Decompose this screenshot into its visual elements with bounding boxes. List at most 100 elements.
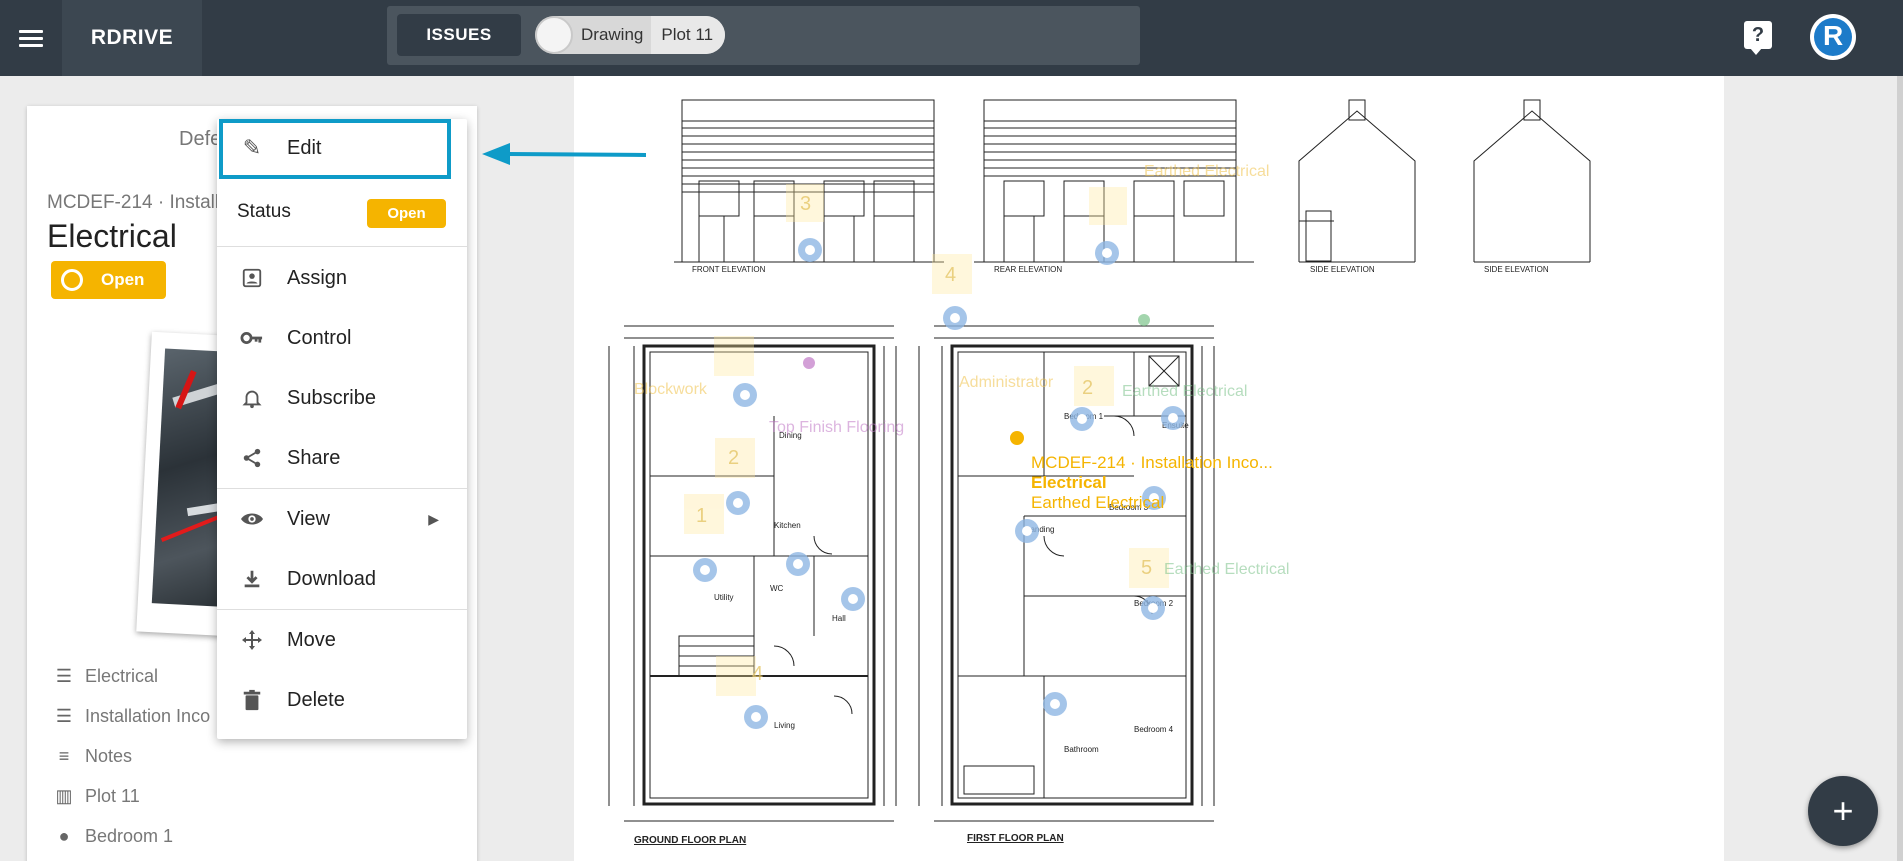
edit-highlight (219, 119, 451, 179)
menu-item-control[interactable]: Control (217, 309, 467, 367)
assign-icon (217, 267, 287, 289)
drawing-chip-label: Drawing (581, 25, 644, 44)
list-icon: ☰ (55, 705, 73, 726)
hamburger-menu-icon[interactable] (0, 0, 62, 76)
property-label: Notes (85, 745, 133, 766)
bell-icon (217, 387, 287, 409)
selected-issue-ref[interactable]: MCDEF-214 · Installation Inco... (1031, 453, 1273, 472)
menu-item-delete[interactable]: Delete (217, 671, 467, 729)
context-menu: ✎ Edit Status Open Assign Control Subscr… (217, 119, 467, 739)
issue-pins (693, 238, 1185, 729)
selected-issue-type[interactable]: Earthed Electrical (1031, 493, 1164, 512)
divider (217, 609, 467, 610)
status-badge-label: Open (101, 270, 145, 289)
logo-text: RDRIVE (90, 26, 174, 49)
issue-overlay-label: Earthed Electrical (1164, 561, 1289, 578)
issue-overlay-label: Top Finish Flooring (769, 419, 904, 436)
drawing-canvas[interactable]: FRONT ELEVATION REAR ELEVATION SIDE ELEV… (574, 76, 1724, 861)
trash-icon (217, 689, 287, 711)
issue-reference: MCDEF-214 · Installa (47, 192, 230, 213)
property-row: ≡ Notes (53, 741, 132, 771)
add-fab-button[interactable]: + (1808, 776, 1878, 846)
menu-item-label: Download (287, 567, 376, 590)
user-avatar[interactable]: R (1810, 14, 1856, 60)
drawing-chip[interactable]: Drawing Plot 11 (535, 16, 726, 54)
drawing-thumbnail-icon (535, 16, 573, 54)
panel-header-label: Defe (179, 128, 222, 150)
room-label: Bedroom 4 (1134, 725, 1174, 734)
list-icon: ☰ (55, 665, 73, 686)
annotation-arrow (482, 143, 647, 165)
room-label: Bathroom (1064, 745, 1099, 754)
side-elevation-label-2: SIDE ELEVATION (1484, 265, 1549, 274)
menu-item-label: Share (287, 446, 341, 469)
status-icon (61, 269, 83, 291)
notes-icon: ≡ (58, 745, 70, 766)
issue-marker-number: 2 (728, 447, 739, 469)
top-bar: RDRIVE ISSUES Drawing Plot 11 ? R (0, 0, 1903, 76)
menu-item-move[interactable]: Move (217, 611, 467, 669)
menu-item-share[interactable]: Share (217, 429, 467, 487)
menu-item-subscribe[interactable]: Subscribe (217, 369, 467, 427)
map-icon: ▥ (55, 785, 73, 806)
side-elevation-2 (1473, 99, 1591, 263)
issues-tab[interactable]: ISSUES (397, 14, 521, 56)
pin-icon: ● (58, 825, 70, 846)
room-label: Kitchen (774, 521, 801, 530)
move-icon (217, 628, 287, 652)
share-icon (217, 447, 287, 469)
selected-issue-title[interactable]: Electrical (1031, 473, 1107, 492)
front-elevation-label: FRONT ELEVATION (692, 265, 766, 274)
divider (217, 246, 467, 247)
issue-marker-number: 3 (800, 193, 811, 215)
property-label: Bedroom 1 (85, 825, 174, 846)
issue-title: Electrical (47, 218, 177, 254)
menu-item-label: View (287, 507, 330, 530)
drawing-tabbar: ISSUES Drawing Plot 11 (387, 6, 1140, 65)
room-label: Living (774, 721, 795, 730)
rear-elevation (974, 99, 1254, 263)
download-icon (217, 568, 287, 590)
menu-item-label: Delete (287, 688, 345, 711)
issue-marker-number: 1 (696, 505, 707, 527)
menu-item-label: Subscribe (287, 386, 376, 409)
room-label: WC (770, 584, 784, 593)
ground-floor-label: GROUND FLOOR PLAN (634, 835, 746, 846)
scrollbar[interactable] (1897, 76, 1903, 861)
menu-item-download[interactable]: Download (217, 550, 467, 608)
menu-item-assign[interactable]: Assign (217, 249, 467, 307)
issue-overlay-label: Administrator (959, 374, 1054, 391)
submenu-arrow-icon: ▶ (428, 510, 439, 527)
eye-icon (217, 508, 287, 530)
status-label: Status (237, 201, 291, 222)
menu-item-label: Move (287, 628, 336, 651)
room-label: Hall (832, 614, 846, 623)
logo[interactable]: RDRIVE (62, 0, 202, 76)
front-elevation (674, 99, 944, 263)
plot-chip-label: Plot 11 (651, 16, 726, 54)
property-label: Electrical (85, 665, 159, 686)
issue-overlay-label: Earthed Electrical (1122, 383, 1247, 400)
property-row: ▥ Plot 11 (53, 781, 139, 811)
side-elevation-label-1: SIDE ELEVATION (1310, 265, 1375, 274)
menu-item-label: Control (287, 326, 352, 349)
property-row: ☰ Electrical (53, 661, 158, 691)
help-icon[interactable]: ? (1744, 21, 1772, 55)
property-label: Installation Inco (85, 705, 211, 726)
menu-item-view[interactable]: View ▶ (217, 490, 467, 548)
key-icon (217, 327, 287, 349)
menu-item-label: Assign (287, 266, 348, 289)
first-floor-label: FIRST FLOOR PLAN (967, 833, 1064, 844)
issue-marker-number: 2 (1082, 377, 1093, 399)
property-row: ☰ Installation Inco (53, 701, 210, 731)
issue-marker-number: 4 (945, 264, 956, 286)
issue-overlay-label: Blockwork (634, 381, 708, 398)
property-row: ● Bedroom 1 (53, 821, 174, 851)
menu-status-row: Status Open (217, 183, 467, 241)
status-badge[interactable]: Open (51, 261, 166, 299)
status-badge[interactable]: Open (367, 199, 446, 228)
rear-elevation-label: REAR ELEVATION (994, 265, 1062, 274)
side-elevation-1 (1298, 99, 1416, 263)
room-label: Utility (714, 593, 734, 602)
divider (217, 488, 467, 489)
